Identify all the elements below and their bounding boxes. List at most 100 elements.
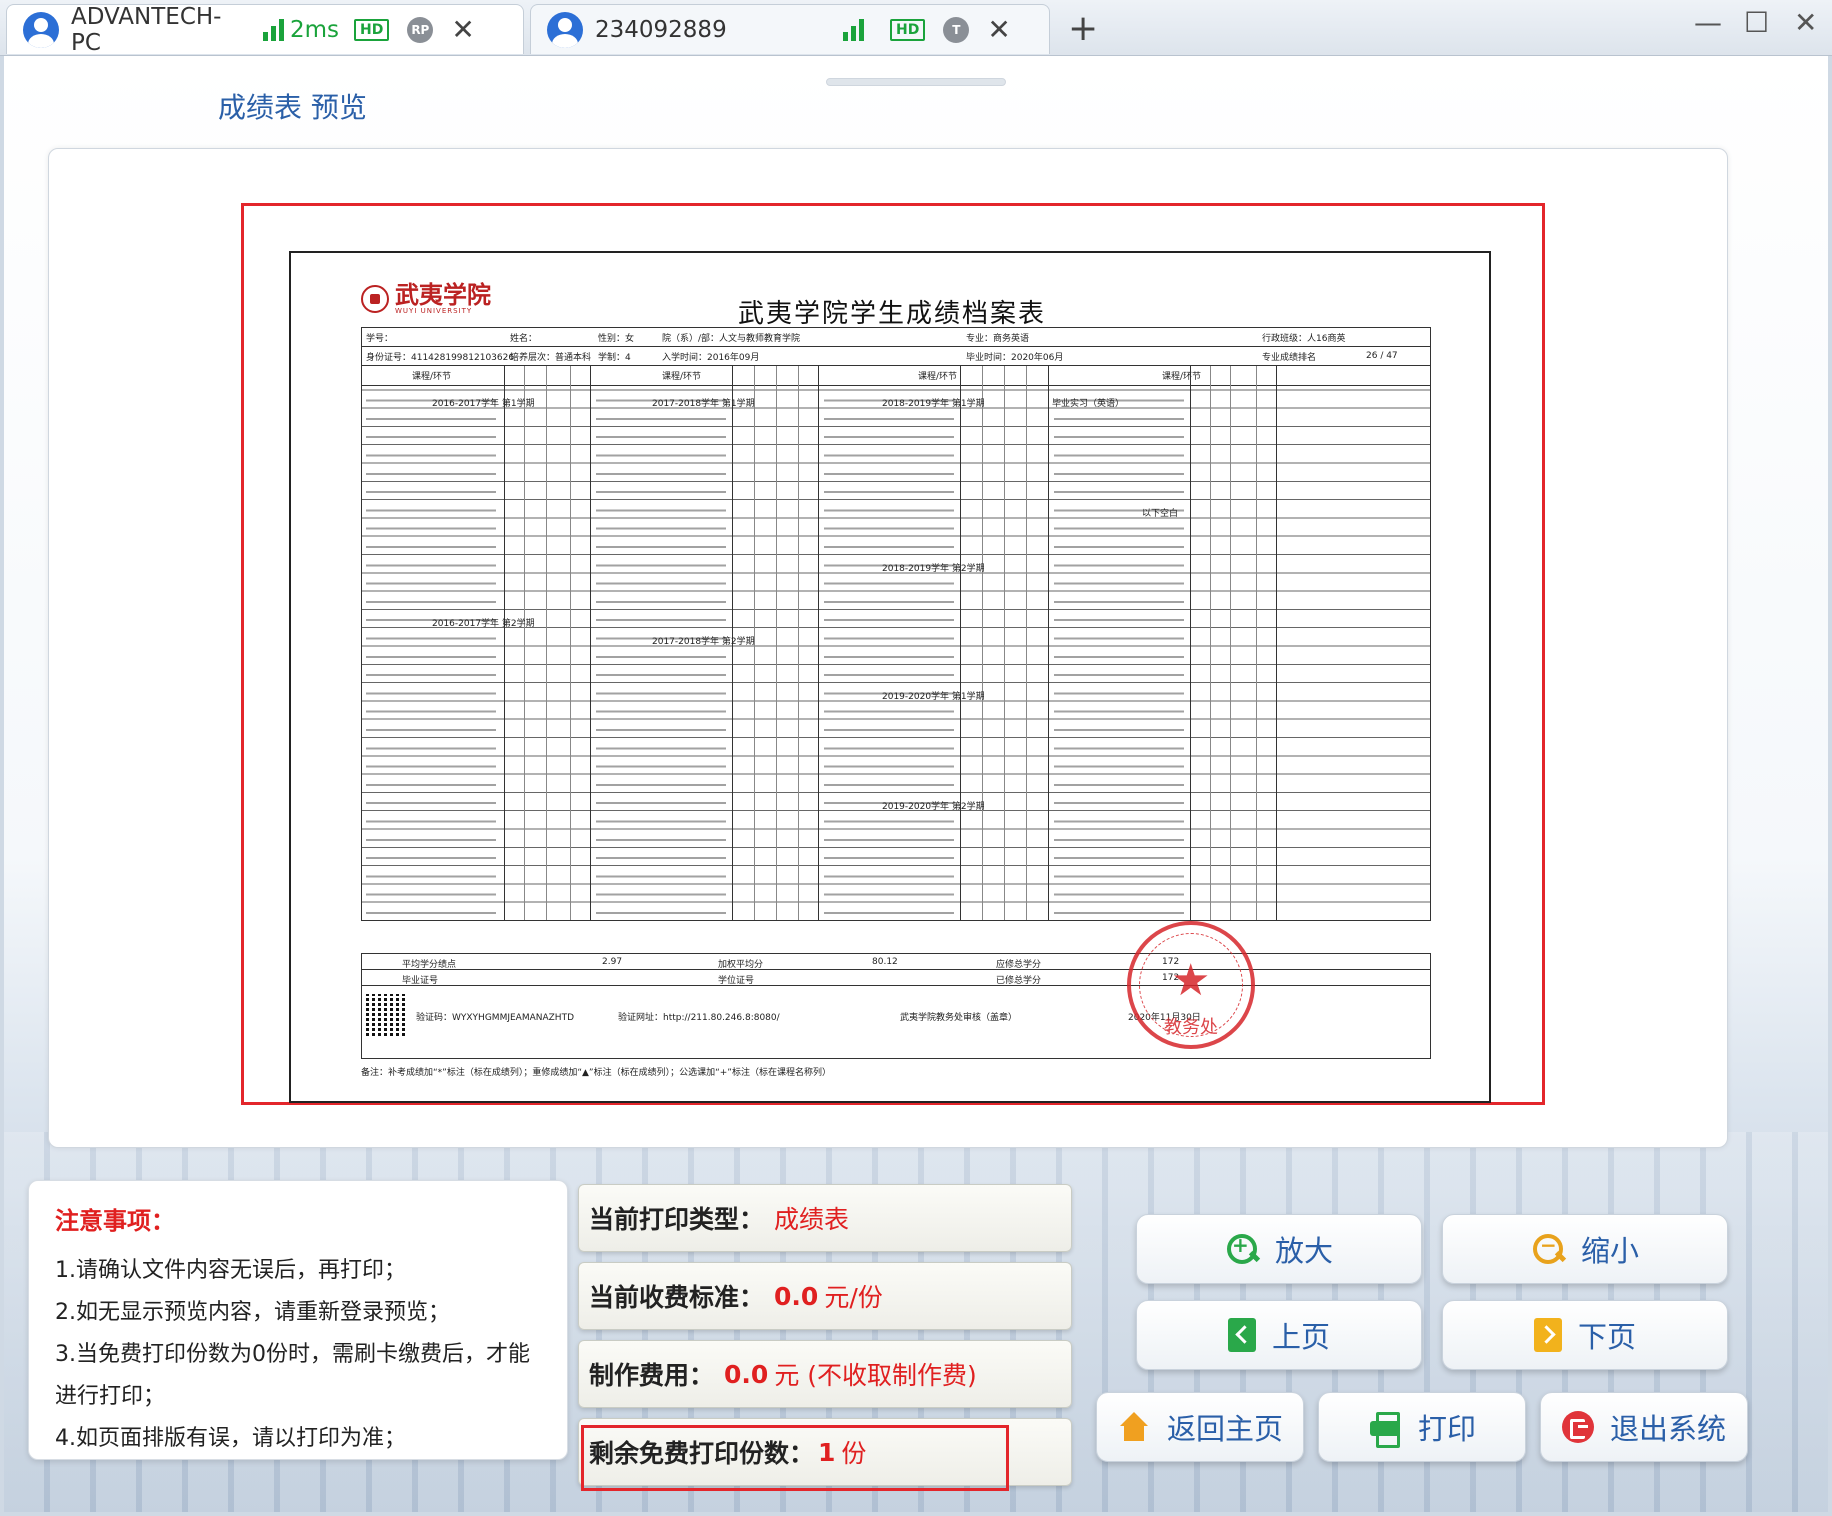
free-copies-value: 1 — [818, 1437, 836, 1467]
info-cell: 学制：4 — [598, 352, 631, 363]
user-avatar-icon — [23, 11, 59, 48]
col-divider — [1048, 366, 1049, 920]
next-page-label: 下页 — [1577, 1320, 1636, 1354]
hd-quality-badge[interactable]: HD — [890, 18, 926, 41]
info-cell: 培养层次：普通本科 — [510, 352, 592, 363]
degree-label: 学位证号 — [718, 976, 755, 986]
printer-icon — [1368, 1410, 1402, 1448]
exit-button[interactable]: 退出系统 — [1540, 1392, 1748, 1462]
production-value: 0.0 — [724, 1359, 769, 1389]
verify-url: 验证网址：http://211.80.246.8:8080/ — [618, 1013, 780, 1023]
col-divider — [1210, 366, 1211, 920]
col-divider — [546, 366, 547, 920]
column-header: 课程/环节 — [1162, 372, 1202, 382]
transcript-footer: 平均学分绩点 2.97 加权平均分 80.12 应修总学分 172 毕业证号 学… — [361, 953, 1431, 1059]
info-cell: 毕业时间：2020年06月 — [966, 352, 1064, 363]
fee-box: 当前收费标准： 0.0 元/份 — [578, 1262, 1072, 1330]
session-tab-title: 234092889 — [595, 16, 727, 43]
term-label: 以下空白 — [1142, 509, 1179, 519]
zoom-in-button[interactable]: + 放大 — [1136, 1214, 1422, 1284]
course-names-col — [596, 386, 726, 920]
hd-quality-badge[interactable]: HD — [354, 18, 390, 41]
weighted-value: 80.12 — [872, 957, 898, 967]
print-type-box: 当前打印类型： 成绩表 — [578, 1184, 1072, 1252]
t-badge-icon[interactable]: T — [943, 16, 970, 43]
student-info-row: 身份证号：411428199812103626 培养层次：普通本科 学制：4 入… — [362, 347, 1430, 366]
home-icon — [1117, 1410, 1151, 1444]
zoom-out-button[interactable]: − 缩小 — [1442, 1214, 1728, 1284]
notice-item: 2.如无显示预览内容，请重新登录预览； — [55, 1300, 450, 1325]
transcript-document[interactable]: 武夷学院 WUYI UNIVERSITY 武夷学院学生成绩档案表 学号： 姓名：… — [289, 251, 1491, 1103]
print-label: 打印 — [1417, 1412, 1476, 1446]
verify-code: 验证码：WYXYHGMMJEAMANAZHTD — [416, 1013, 575, 1023]
production-fee-box: 制作费用： 0.0 元 (不收取制作费) — [578, 1340, 1072, 1408]
official-stamp: ★ 教务处 — [1127, 921, 1255, 1049]
preview-panel: 武夷学院 WUYI UNIVERSITY 武夷学院学生成绩档案表 学号： 姓名：… — [48, 148, 1728, 1148]
weighted-label: 加权平均分 — [718, 960, 764, 970]
term-label: 毕业实习（英语） — [1052, 399, 1125, 409]
zoom-out-icon: − — [1531, 1232, 1565, 1266]
issuer-text: 武夷学院教务处审核（盖章） — [900, 1013, 1018, 1023]
zoom-in-label: 放大 — [1274, 1234, 1333, 1268]
qr-code-icon — [366, 994, 408, 1036]
term-label: 2016-2017学年 第2学期 — [432, 619, 535, 629]
fee-unit: 元/份 — [824, 1283, 883, 1312]
prev-page-label: 上页 — [1271, 1320, 1330, 1354]
notice-box: 注意事项： 1.请确认文件内容无误后，再打印； 2.如无显示预览内容，请重新登录… — [28, 1180, 568, 1460]
zoom-in-icon: + — [1225, 1232, 1259, 1266]
maximize-icon[interactable]: ☐ — [1744, 6, 1769, 39]
term-label: 2018-2019学年 第1学期 — [882, 399, 985, 409]
col-divider — [1230, 366, 1231, 920]
earned-credits-label: 已修总学分 — [996, 976, 1042, 986]
minimize-icon[interactable]: — — [1694, 6, 1722, 39]
window-close-icon[interactable]: ✕ — [1794, 6, 1817, 39]
term-label: 2019-2020学年 第2学期 — [882, 802, 985, 812]
fee-label: 当前收费标准： — [589, 1283, 765, 1312]
home-button[interactable]: 返回主页 — [1096, 1392, 1304, 1462]
next-page-icon — [1533, 1318, 1562, 1352]
gpa-value: 2.97 — [602, 957, 623, 967]
info-cell: 姓名： — [510, 333, 538, 344]
column-header: 课程/环节 — [918, 372, 958, 382]
student-info-row: 学号： 姓名： 性别：女 院（系）/部：人文与教师教育学院 专业：商务英语 行政… — [362, 328, 1430, 347]
notice-item: 1.请确认文件内容无误后，再打印； — [55, 1258, 406, 1283]
free-copies-label: 剩余免费打印份数： — [589, 1439, 815, 1468]
new-tab-icon[interactable]: + — [1068, 8, 1098, 49]
col-divider — [776, 366, 777, 920]
rp-badge-icon[interactable]: RP — [407, 16, 434, 43]
next-page-button[interactable]: 下页 — [1442, 1300, 1728, 1370]
term-label: 2017-2018学年 第1学期 — [652, 399, 755, 409]
session-tab-234092889[interactable]: 234092889 HD T ✕ — [530, 4, 1050, 54]
prev-page-button[interactable]: 上页 — [1136, 1300, 1422, 1370]
column-header: 课程/环节 — [412, 372, 452, 382]
print-button[interactable]: 打印 — [1318, 1392, 1526, 1462]
drag-handle[interactable] — [826, 78, 1006, 86]
grades-table: 学号： 姓名： 性别：女 院（系）/部：人文与教师教育学院 专业：商务英语 行政… — [361, 327, 1431, 921]
term-label: 2018-2019学年 第2学期 — [882, 564, 985, 574]
zoom-out-label: 缩小 — [1580, 1234, 1639, 1268]
col-divider — [1190, 366, 1191, 920]
gpa-label: 平均学分绩点 — [402, 960, 457, 970]
fee-value: 0.0 — [774, 1281, 819, 1311]
notice-title: 注意事项： — [55, 1207, 175, 1235]
term-label: 2016-2017学年 第1学期 — [432, 399, 535, 409]
session-tab-advantech[interactable]: ADVANTECH-PC 2ms HD RP ✕ — [6, 4, 524, 56]
course-names-col — [366, 386, 496, 920]
footer-row — [362, 970, 1430, 986]
info-cell: 学号： — [366, 333, 394, 344]
col-divider — [798, 366, 799, 920]
info-cell: 行政班级：人16商英 — [1262, 333, 1346, 344]
home-label: 返回主页 — [1166, 1412, 1283, 1446]
print-type-label: 当前打印类型： — [589, 1205, 765, 1234]
exit-label: 退出系统 — [1609, 1412, 1726, 1446]
transcript-note: 备注：补考成绩加“*”标注（标在成绩列）；重修成绩加“▲”标注（标在成绩列）；公… — [361, 1068, 831, 1078]
document-title: 武夷学院学生成绩档案表 — [737, 299, 1046, 329]
kiosk-app: 成绩表 预览 武夷学院 WUYI UNIVERSITY 武夷学院学生成绩档案表 … — [4, 56, 1828, 1512]
col-divider — [1026, 366, 1027, 920]
col-divider — [1276, 366, 1277, 920]
close-tab-icon[interactable]: ✕ — [451, 13, 474, 46]
remote-session-tabbar: ADVANTECH-PC 2ms HD RP ✕ 234092889 HD T … — [0, 0, 1832, 56]
info-cell: 院（系）/部：人文与教师教育学院 — [662, 333, 801, 344]
close-tab-icon[interactable]: ✕ — [987, 13, 1010, 46]
diploma-label: 毕业证号 — [402, 976, 439, 986]
